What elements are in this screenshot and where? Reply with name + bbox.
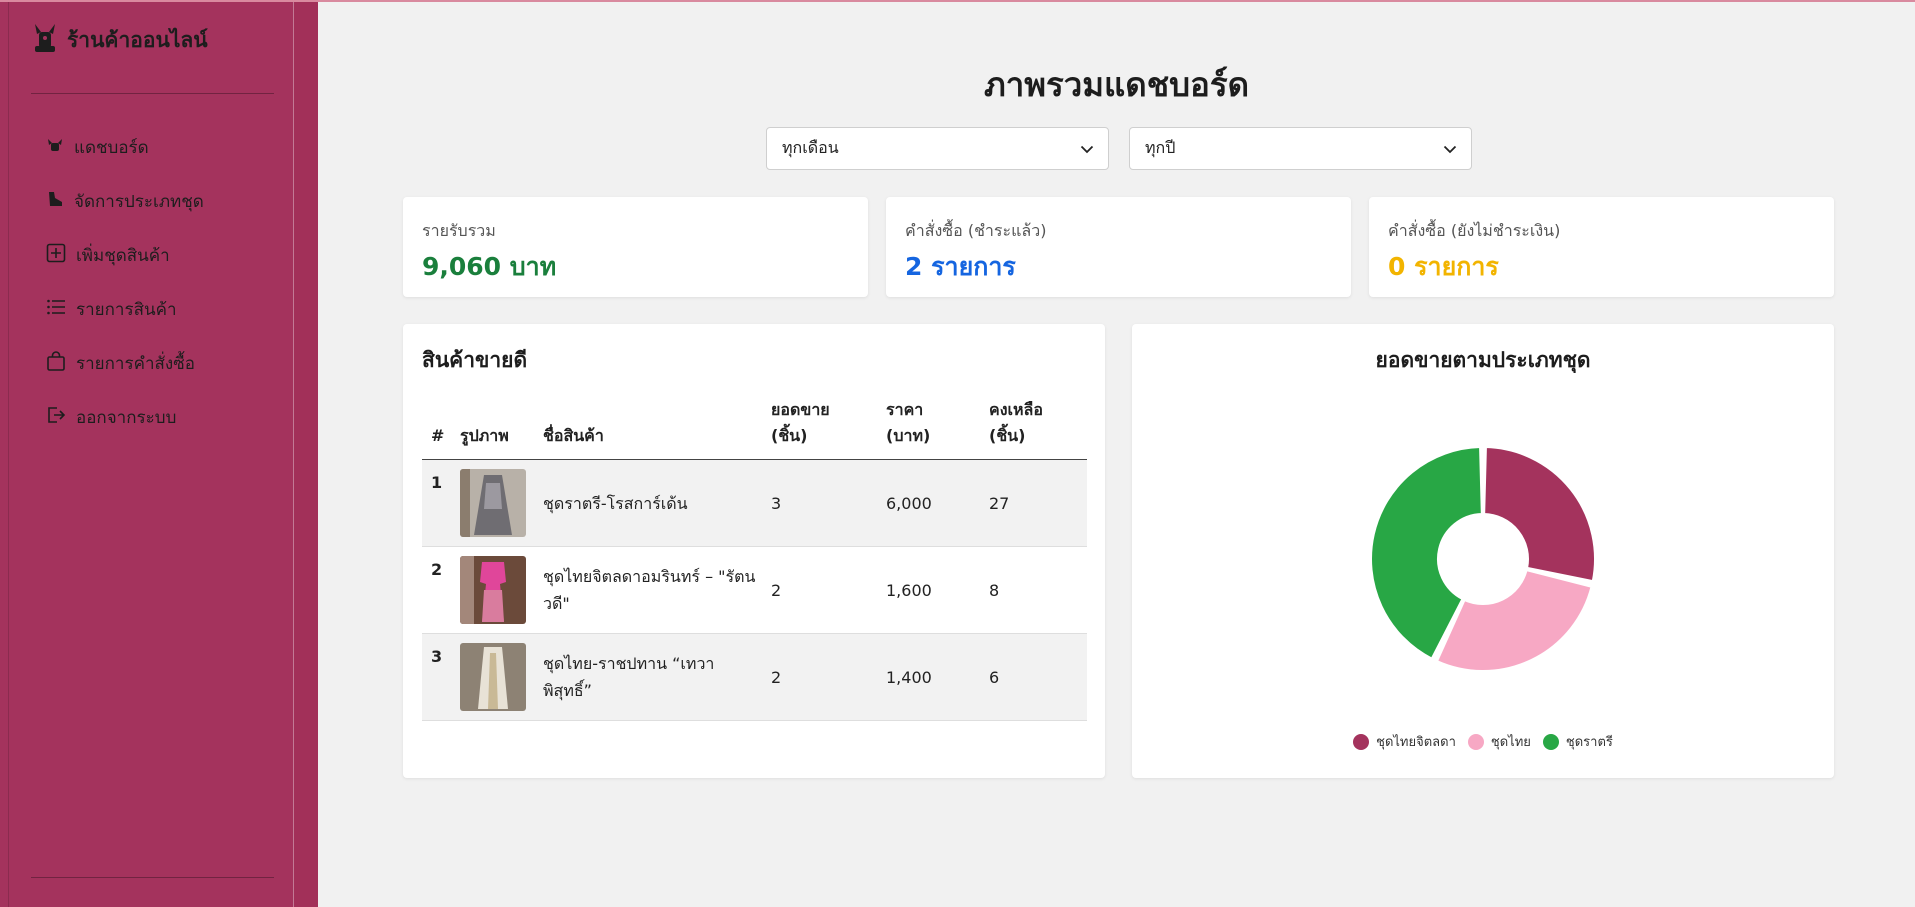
col-stock-line2: (ชิ้น) [989,426,1026,445]
bestsellers-card: สินค้าขายดี # รูปภาพ ชื่อสินค้า ยอดขาย (ช… [403,324,1105,778]
donut-slice-2[interactable] [1436,569,1593,672]
sidebar-nav: แดชบอร์ด จัดการประเภทชุด เพิ่มชุดสินค้า … [46,120,204,444]
sidebar-item-label: เพิ่มชุดสินค้า [76,245,170,266]
page-title: ภาพรวมแดชบอร์ด [983,65,1250,104]
product-image [460,556,526,624]
donut-chart [1370,446,1596,672]
stat-value: 2 รายการ [905,252,1016,281]
chevron-down-icon [1443,139,1457,158]
legend-swatch [1542,733,1559,750]
stat-card-unpaid-orders: คำสั่งซื้อ (ยังไม่ชำระเงิน) 0 รายการ [1369,197,1834,297]
sidebar-strip [294,2,318,907]
row-sold: 3 [771,459,886,547]
sidebar-item-orders[interactable]: รายการคำสั่งซื้อ [46,336,204,390]
row-sold: 2 [771,546,886,634]
row-image-cell [460,633,543,721]
table-row: 3 ชุดไทย-ราชปทาน “เทวาพิสุทธิ์” 2 1,400 … [422,633,1087,721]
legend-label: ชุดราตรี [1565,735,1613,750]
legend-item[interactable]: ชุดไทยจิตลดา [1353,731,1456,752]
donut-slice-1[interactable] [1483,446,1596,583]
brand[interactable]: ร้านค้าออนไลน์ [31,22,208,58]
stat-card-revenue: รายรับรวม 9,060 บาท [403,197,868,297]
row-price: 1,600 [886,546,989,634]
year-select-value: ทุกปี [1145,138,1176,157]
sidebar-item-label: จัดการประเภทชุด [74,191,204,212]
row-image-cell [460,459,543,547]
chart-card: ยอดขายตามประเภทชุด ชุดไทยจิตลดา ชุดไทย ชุด… [1132,324,1834,778]
legend-item[interactable]: ชุดไทย [1467,731,1531,752]
row-price: 1,400 [886,633,989,721]
month-select[interactable]: ทุกเดือน [766,127,1109,170]
legend-swatch [1353,733,1370,750]
chart-title: ยอดขายตามประเภทชุด [1375,348,1591,372]
col-stock: คงเหลือ (ชิ้น) [989,397,1087,460]
product-image [460,469,526,537]
category-icon [46,190,64,213]
sidebar-top-divider [31,93,274,94]
plus-square-icon [46,243,66,268]
logo-icon [31,22,59,58]
stat-label: คำสั่งซื้อ (ชำระแล้ว) [905,221,1047,240]
logout-icon [46,405,66,430]
row-num: 1 [422,459,460,547]
month-select-value: ทุกเดือน [782,138,839,157]
bag-icon [46,350,66,376]
bestsellers-title: สินค้าขายดี [422,348,528,372]
stat-label: รายรับรวม [422,221,496,240]
row-name: ชุดไทยจิตลดาอมรินทร์ – "รัตนวดี" [543,546,771,634]
table-row: 2 ชุดไทยจิตลดาอมรินทร์ – "รัตนวดี" 2 1,6… [422,546,1087,634]
list-icon [46,298,66,321]
legend-label: ชุดไทยจิตลดา [1376,735,1456,750]
stat-label: คำสั่งซื้อ (ยังไม่ชำระเงิน) [1388,221,1561,240]
col-price: ราคา (บาท) [886,397,989,460]
sidebar-item-label: ออกจากระบบ [76,407,177,428]
sidebar-item-categories[interactable]: จัดการประเภทชุด [46,174,204,228]
sidebar-item-label: รายการคำสั่งซื้อ [76,353,195,374]
col-sold: ยอดขาย (ชิ้น) [771,397,886,460]
sidebar-bottom-divider [31,877,274,878]
chart-legend: ชุดไทยจิตลดา ชุดไทย ชุดราตรี [1132,731,1834,752]
row-stock: 8 [989,546,1087,634]
stat-value: 0 รายการ [1388,252,1499,281]
legend-item[interactable]: ชุดราตรี [1542,731,1613,752]
chevron-down-icon [1080,139,1094,158]
product-image [460,643,526,711]
col-name: ชื่อสินค้า [543,397,771,460]
row-num: 3 [422,633,460,721]
brand-title: ร้านค้าออนไลน์ [67,27,208,52]
dashboard-icon [46,136,64,159]
col-stock-line1: คงเหลือ [989,400,1043,419]
table-header-row: # รูปภาพ ชื่อสินค้า ยอดขาย (ชิ้น) ราคา (บา… [422,397,1087,460]
col-num: # [422,397,460,460]
col-price-line2: (บาท) [886,426,931,445]
table-row: 1 ชุดราตรี-โรสการ์เด้น 3 6,000 27 [422,459,1087,547]
year-select[interactable]: ทุกปี [1129,127,1472,170]
sidebar-item-logout[interactable]: ออกจากระบบ [46,390,204,444]
row-stock: 6 [989,633,1087,721]
sidebar-item-products[interactable]: รายการสินค้า [46,282,204,336]
row-name: ชุดไทย-ราชปทาน “เทวาพิสุทธิ์” [543,633,771,721]
col-price-line1: ราคา [886,400,924,419]
sidebar-edge [8,2,9,907]
row-stock: 27 [989,459,1087,547]
row-name: ชุดราตรี-โรสการ์เด้น [543,459,771,547]
sidebar-item-label: แดชบอร์ด [74,137,149,158]
stat-value: 9,060 บาท [422,252,557,281]
row-num: 2 [422,546,460,634]
sidebar-item-add-product[interactable]: เพิ่มชุดสินค้า [46,228,204,282]
col-sold-line1: ยอดขาย [771,400,830,419]
bestsellers-table: # รูปภาพ ชื่อสินค้า ยอดขาย (ชิ้น) ราคา (บา… [422,397,1087,721]
col-image: รูปภาพ [460,397,543,460]
legend-label: ชุดไทย [1490,735,1531,750]
sidebar-item-label: รายการสินค้า [76,299,177,320]
row-sold: 2 [771,633,886,721]
row-image-cell [460,546,543,634]
col-sold-line2: (ชิ้น) [771,426,808,445]
sidebar-item-dashboard[interactable]: แดชบอร์ด [46,120,204,174]
row-price: 6,000 [886,459,989,547]
sidebar: ร้านค้าออนไลน์ แดชบอร์ด จัดการประเภทชุด … [0,2,318,907]
stat-card-paid-orders: คำสั่งซื้อ (ชำระแล้ว) 2 รายการ [886,197,1351,297]
legend-swatch [1467,733,1484,750]
